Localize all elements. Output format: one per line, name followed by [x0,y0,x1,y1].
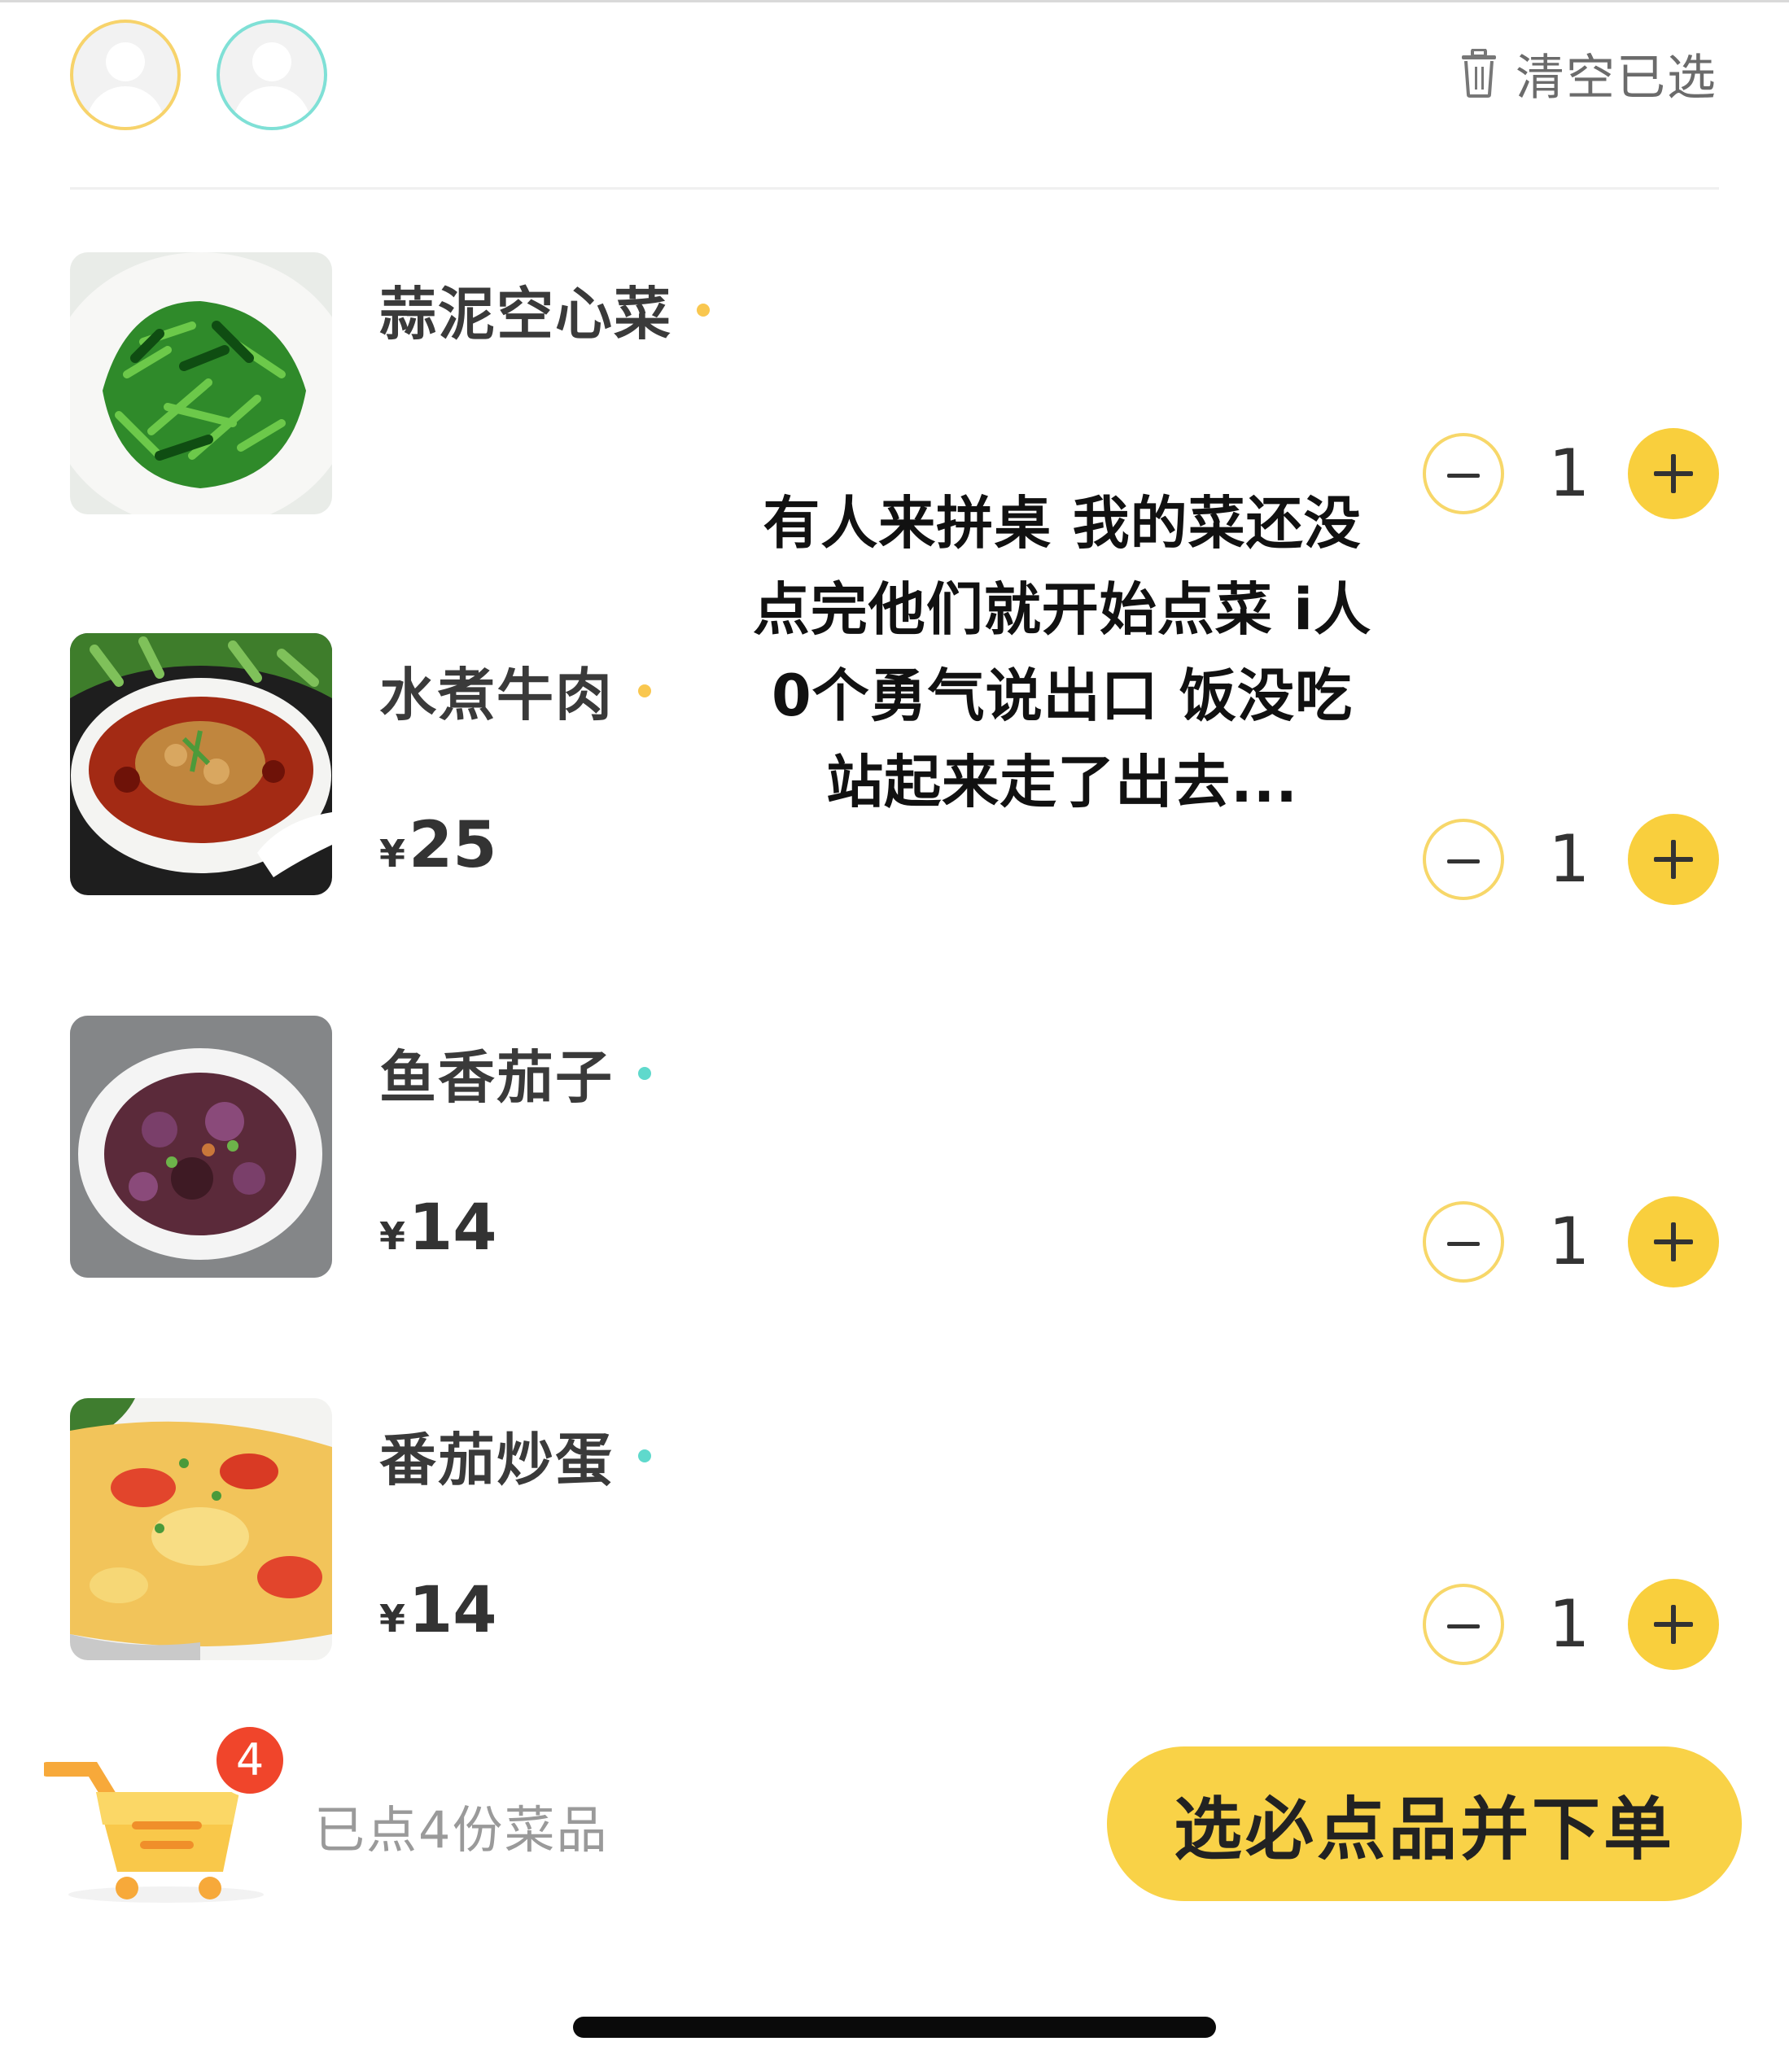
quantity-stepper: 1 [1423,1579,1719,1673]
minus-icon[interactable] [1423,433,1504,514]
dish-price: ¥ 14 [379,1574,497,1647]
cart-count-badge: 4 [213,1724,287,1797]
price-value: 14 [409,1574,497,1647]
diner-dot [638,1449,651,1462]
cart-summary-text: 已点4份菜品 [314,1800,609,1860]
quantity-value: 1 [1548,821,1590,897]
place-order-button[interactable]: 选必点品并下单 [1107,1746,1742,1901]
currency-symbol: ¥ [379,1597,406,1641]
quantity-stepper: 1 [1423,814,1719,908]
caption-line: 点完他们就开始点菜 i人 [752,576,1372,643]
dish-name: 鱼香茄子 [379,1032,651,1114]
dish-name-text: 水煮牛肉 [379,662,614,728]
diner-dot [638,684,651,697]
dish-item-3: 鱼香茄子 ¥ 14 1 [70,1016,1719,1287]
avatar-2[interactable] [217,20,327,130]
quantity-value: 1 [1548,435,1590,511]
dish-image-tomato-egg [70,1398,332,1660]
plus-icon[interactable] [1628,1579,1719,1670]
caption-line: 有人来拼桌 我的菜还没 [763,490,1362,557]
clear-selected-button[interactable]: 清空已选 [1460,41,1717,107]
avatar-body-shape [233,86,311,127]
top-border [0,0,1789,2]
currency-symbol: ¥ [379,832,406,876]
avatar-1[interactable] [70,20,181,130]
diner-dot [638,1066,651,1080]
avatar-head-shape [252,42,291,81]
avatar-body-shape [86,86,164,127]
dish-name-text: 鱼香茄子 [379,1044,614,1111]
minus-icon[interactable] [1423,1584,1504,1665]
minus-icon[interactable] [1423,1201,1504,1283]
dish-item-1: 蒜泥空心菜 1 [70,252,1719,519]
dish-image-eggplant [70,1016,332,1278]
avatar-head-shape [106,42,145,81]
plus-icon[interactable] [1628,428,1719,519]
dish-price: ¥ 14 [379,1191,497,1265]
quantity-stepper: 1 [1423,428,1719,522]
plus-icon[interactable] [1628,1196,1719,1287]
caption-line: 0个勇气说出口 饭没吃 [771,662,1354,729]
quantity-value: 1 [1548,1586,1590,1662]
plus-icon[interactable] [1628,814,1719,905]
dish-item-4: 番茄炒蛋 ¥ 14 1 [70,1398,1719,1670]
currency-symbol: ¥ [379,1214,406,1258]
dish-name: 水煮牛肉 [379,649,651,732]
dish-name: 番茄炒蛋 [379,1414,651,1497]
minus-icon[interactable] [1423,819,1504,900]
quantity-stepper: 1 [1423,1196,1719,1291]
clear-selected-label: 清空已选 [1516,49,1717,107]
home-indicator[interactable] [573,2017,1216,2038]
dish-name-text: 蒜泥空心菜 [379,281,672,348]
trash-icon [1462,49,1496,98]
caption-line: 站起来走了出去... [826,749,1298,815]
dish-image-water-spinach [70,252,332,514]
overlay-caption: 有人来拼桌 我的菜还没 点完他们就开始点菜 i人 0个勇气说出口 饭没吃 站起来… [716,480,1408,825]
dish-image-boiled-beef [70,633,332,895]
diner-dot [697,303,710,317]
dish-name-text: 番茄炒蛋 [379,1427,614,1493]
header-divider [70,187,1719,190]
price-value: 25 [409,809,497,882]
dish-name: 蒜泥空心菜 [379,269,710,351]
dish-price: ¥ 25 [379,809,497,882]
quantity-value: 1 [1548,1204,1590,1279]
price-value: 14 [409,1191,497,1265]
